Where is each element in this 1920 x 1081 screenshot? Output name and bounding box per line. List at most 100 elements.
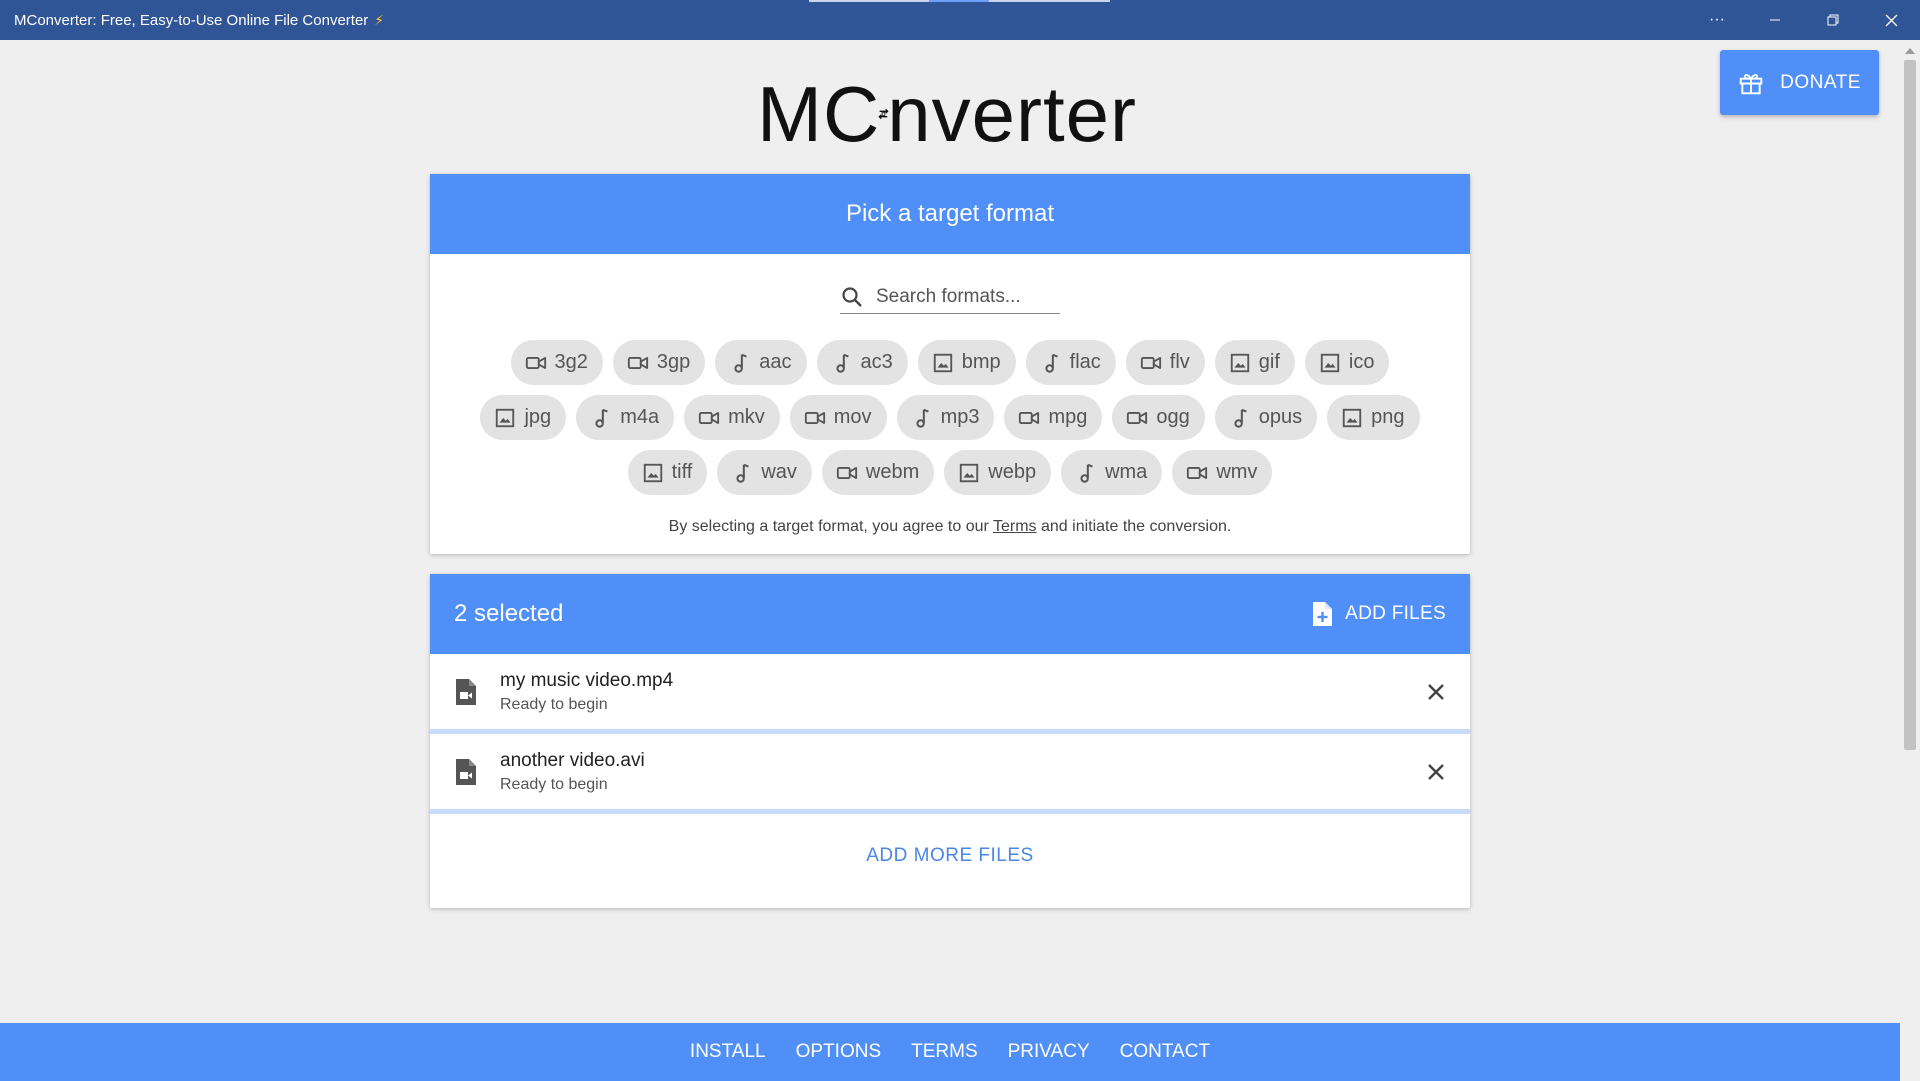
format-chip-flac[interactable]: flac — [1025, 340, 1116, 385]
format-chip-label: 3gp — [656, 351, 691, 373]
video-file-icon — [456, 758, 476, 785]
terms-agreement: By selecting a target format, you agree … — [430, 518, 1470, 536]
file-status: Ready to begin — [500, 775, 608, 793]
add-files-button[interactable]: ADD FILES — [1311, 601, 1446, 627]
video-icon — [804, 407, 826, 429]
format-chip-label: wmv — [1216, 461, 1258, 483]
video-icon — [525, 352, 547, 374]
music-icon — [590, 407, 612, 429]
donate-button[interactable]: DONATE — [1720, 50, 1879, 115]
vertical-scrollbar[interactable] — [1900, 40, 1920, 1041]
format-chip-label: flac — [1069, 351, 1101, 373]
scroll-up-arrow-icon[interactable] — [1905, 48, 1915, 54]
footer-nav: INSTALL OPTIONS TERMS PRIVACY CONTACT — [0, 1023, 1900, 1081]
image-icon — [1319, 352, 1341, 374]
music-icon — [911, 407, 933, 429]
window-titlebar: MConverter: Free, Easy-to-Use Online Fil… — [0, 0, 1920, 40]
format-chip-list: 3g2 3gp aac ac3 bmp flac flv gif ico jpg m4a mkv mov… — [430, 340, 1470, 505]
gift-icon — [1739, 73, 1763, 94]
agreement-text-before: By selecting a target format, you agree … — [668, 518, 993, 535]
format-chip-webm[interactable]: webm — [821, 450, 935, 495]
image-icon — [642, 462, 664, 484]
format-chip-label: mpg — [1048, 406, 1088, 428]
close-window-button[interactable] — [1862, 0, 1920, 40]
format-chip-tiff[interactable]: tiff — [627, 450, 708, 495]
video-icon — [1126, 407, 1148, 429]
titlebar-drag-indicator — [809, 0, 1110, 2]
format-chip-png[interactable]: png — [1327, 395, 1420, 440]
music-icon — [831, 352, 853, 374]
window-title: MConverter: Free, Easy-to-Use Online Fil… — [0, 12, 384, 29]
page-content: DONATE MC nverter Pick a target format 3… — [0, 40, 1900, 1081]
scrollbar-thumb[interactable] — [1904, 60, 1916, 750]
footer-link-privacy[interactable]: PRIVACY — [1008, 1041, 1090, 1081]
image-icon — [494, 407, 516, 429]
format-chip-ogg[interactable]: ogg — [1112, 395, 1205, 440]
minimize-icon — [1770, 19, 1780, 21]
image-icon — [1341, 407, 1363, 429]
format-chip-flv[interactable]: flv — [1125, 340, 1205, 385]
format-chip-aac[interactable]: aac — [715, 340, 807, 385]
maximize-button[interactable] — [1804, 0, 1862, 40]
minimize-button[interactable] — [1746, 0, 1804, 40]
window-title-text: MConverter: Free, Easy-to-Use Online Fil… — [14, 11, 369, 29]
format-chip-label: mkv — [728, 406, 765, 428]
format-chip-ico[interactable]: ico — [1304, 340, 1390, 385]
add-files-label: ADD FILES — [1345, 603, 1446, 624]
format-chip-m4a[interactable]: m4a — [576, 395, 675, 440]
format-chip-3gp[interactable]: 3gp — [612, 340, 706, 385]
format-card-header: Pick a target format — [430, 174, 1470, 254]
remove-file-button[interactable] — [1426, 682, 1446, 702]
format-chip-label: gif — [1258, 351, 1280, 373]
format-chip-wmv[interactable]: wmv — [1172, 450, 1273, 495]
format-chip-label: jpg — [524, 406, 552, 428]
format-chip-mp3[interactable]: mp3 — [896, 395, 995, 440]
format-chip-opus[interactable]: opus — [1214, 395, 1318, 440]
music-icon — [1229, 407, 1251, 429]
footer-link-contact[interactable]: CONTACT — [1120, 1041, 1210, 1081]
format-chip-label: wav — [761, 461, 797, 483]
format-chip-mkv[interactable]: mkv — [684, 395, 780, 440]
format-chip-label: mov — [833, 406, 872, 428]
music-icon — [729, 352, 751, 374]
file-info: my music video.mp4 Ready to begin — [500, 670, 673, 714]
format-chip-row: tiff wav webm webp wma wmv — [430, 450, 1470, 495]
format-chip-mpg[interactable]: mpg — [1004, 395, 1103, 440]
format-chip-label: ogg — [1156, 406, 1190, 428]
format-chip-label: m4a — [620, 406, 660, 428]
format-chip-webp[interactable]: webp — [944, 450, 1052, 495]
format-chip-wma[interactable]: wma — [1061, 450, 1163, 495]
music-icon — [1040, 352, 1062, 374]
file-row: my music video.mp4 Ready to begin — [430, 654, 1470, 734]
format-chip-gif[interactable]: gif — [1214, 340, 1295, 385]
footer-link-terms[interactable]: TERMS — [911, 1041, 978, 1081]
format-chip-wav[interactable]: wav — [717, 450, 812, 495]
image-icon — [1229, 352, 1251, 374]
terms-link[interactable]: Terms — [993, 518, 1037, 535]
video-icon — [1186, 462, 1208, 484]
format-chip-jpg[interactable]: jpg — [480, 395, 567, 440]
more-options-button[interactable]: ··· — [1688, 0, 1746, 40]
format-chip-label: tiff — [671, 461, 693, 483]
remove-file-button[interactable] — [1426, 762, 1446, 782]
add-file-icon — [1313, 602, 1333, 626]
format-chip-label: webp — [988, 461, 1037, 483]
donate-label: DONATE — [1780, 71, 1861, 93]
footer-link-options[interactable]: OPTIONS — [796, 1041, 882, 1081]
logo-text-right: nverter — [887, 69, 1137, 158]
video-icon — [698, 407, 720, 429]
format-chip-mov[interactable]: mov — [789, 395, 887, 440]
video-file-icon — [456, 678, 476, 705]
image-icon — [932, 352, 954, 374]
format-chip-ac3[interactable]: ac3 — [816, 340, 908, 385]
selected-files-card: 2 selected ADD FILES my music video.mp4 — [430, 574, 1470, 908]
format-chip-3g2[interactable]: 3g2 — [510, 340, 603, 385]
format-chip-row: jpg m4a mkv mov mp3 mpg ogg opus png — [430, 395, 1470, 440]
format-chip-bmp[interactable]: bmp — [917, 340, 1016, 385]
footer-link-install[interactable]: INSTALL — [690, 1041, 766, 1081]
format-chip-label: mp3 — [940, 406, 980, 428]
format-chip-label: webm — [865, 461, 920, 483]
add-more-files-button[interactable]: ADD MORE FILES — [430, 814, 1470, 898]
search-formats-input[interactable] — [874, 284, 1054, 309]
logo-text-left: MC — [757, 69, 881, 158]
